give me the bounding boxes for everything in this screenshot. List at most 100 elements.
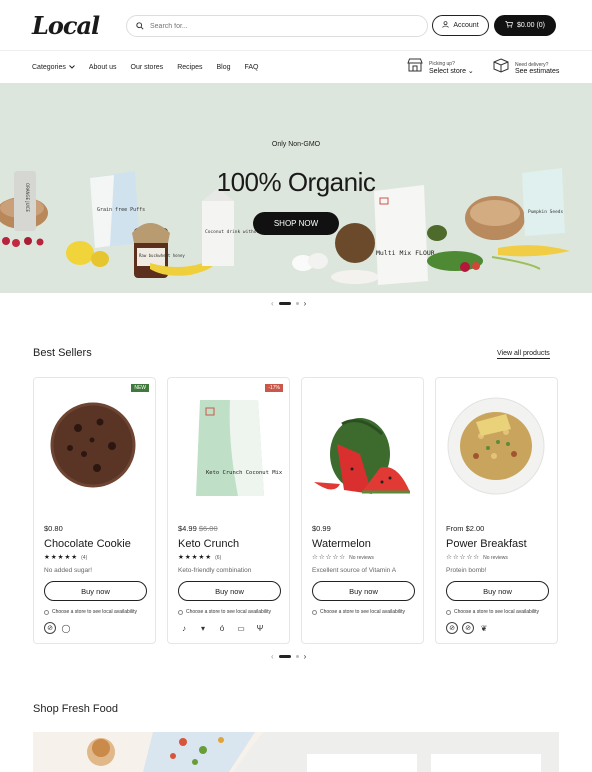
chocolate-cookie-image [50,402,136,488]
store-availability[interactable]: Choose a store to see local availability [312,609,405,615]
watermelon-image [314,418,410,494]
power-breakfast-image [447,397,545,495]
radio-icon [312,609,317,615]
carousel-dot[interactable] [295,302,299,305]
diet-icons: ⊘ ◯ [44,622,72,634]
rating-stars: ☆☆☆☆☆ No reviews [446,554,508,561]
old-price: $6.00 [198,524,218,533]
product-name[interactable]: Watermelon [312,538,371,550]
rating-stars: ☆☆☆☆☆ No reviews [312,554,374,561]
buy-now-button[interactable]: Buy now [44,581,147,601]
select-store-label: Select store ⌄ [429,67,474,75]
store-availability[interactable]: Choose a store to see local availability [178,609,271,615]
products-carousel-pager: ‹ › [271,652,306,661]
review-count: (6) [215,555,222,561]
product-description: Excellent source of Vitamin A [312,567,397,574]
nav-blog[interactable]: Blog [216,64,230,71]
product-description: Keto-friendly combination [178,567,252,574]
svg-text:Multi Mix FLOUR: Multi Mix FLOUR [376,249,435,257]
product-price: From $2.00 [446,524,485,533]
carousel-dot[interactable] [295,655,299,658]
svg-text:Keto Crunch Coconut Mix: Keto Crunch Coconut Mix [206,470,283,476]
product-card[interactable]: -17% Keto Crunch Coconut Mix $4.99 $6.00… [167,377,290,644]
svg-text:Grain free Puffs: Grain free Puffs [97,207,145,213]
store-availability[interactable]: Choose a store to see local availability [446,609,539,615]
vegan-icon: ⊘ [462,622,474,634]
view-all-products-link[interactable]: View all products [497,350,550,359]
product-card[interactable]: NEW $0.80 Chocolate Cookie ★★★★★ (4) No a… [33,377,156,644]
cart-total: $0.00 (0) [516,22,546,29]
diet-icons: ♪ ▾ ó ▭ Ψ [178,622,266,634]
search-icon [136,17,144,35]
store-icon [407,58,423,77]
apple-icon: ó [219,623,225,633]
product-price: $0.80 [44,524,63,533]
nav-our-stores[interactable]: Our stores [131,64,164,71]
fresh-food-image [33,732,541,772]
nav-recipes[interactable]: Recipes [177,64,202,71]
review-count: No reviews [349,555,374,561]
pickup-selector[interactable]: Picking up? Select store ⌄ [407,58,474,77]
hero-banner: ORANGE JUICE Grain free Puffs Raw buckwh… [0,83,592,293]
bread-icon: ▭ [237,623,245,633]
product-name[interactable]: Chocolate Cookie [44,538,131,550]
nav-faq[interactable]: FAQ [245,64,259,71]
chevron-left-icon[interactable]: ‹ [271,299,274,308]
svg-text:Raw buckwheat honey: Raw buckwheat honey [139,253,185,258]
hero-carousel-pager: ‹ › [271,299,306,308]
buy-now-button[interactable]: Buy now [312,581,415,601]
leaf-icon: ❦ [480,623,488,633]
best-sellers-title: Best Sellers [33,347,92,359]
shop-now-button[interactable]: SHOP NOW [253,212,339,235]
product-card[interactable]: $0.99 Watermelon ☆☆☆☆☆ No reviews Excelle… [301,377,424,644]
box-icon [493,58,509,78]
chevron-right-icon[interactable]: › [304,652,307,661]
gluten-free-icon: ⊘ [44,622,56,634]
microphone-icon: ♪ [182,623,186,633]
fresh-food-banner[interactable] [33,732,559,772]
search-input[interactable] [150,22,410,30]
shop-fresh-food-title: Shop Fresh Food [33,703,118,715]
review-count: (4) [81,555,88,561]
diet-icons: ⊘ ⊘ ❦ [446,622,490,634]
product-name[interactable]: Keto Crunch [178,538,239,550]
search-bar[interactable] [126,15,428,37]
nav-categories-label: Categories [32,63,66,71]
product-description: No added sugar! [44,567,93,574]
egg-icon: ◯ [61,623,71,633]
product-name[interactable]: Power Breakfast [446,538,527,550]
radio-icon [178,609,183,615]
account-label: Account [453,22,479,29]
chevron-right-icon[interactable]: › [304,299,307,308]
review-count: No reviews [483,555,508,561]
delivery-selector[interactable]: Need delivery? See estimates [493,58,559,78]
see-estimates-label: See estimates [515,67,560,75]
product-price: $0.99 [312,524,331,533]
product-card[interactable]: From $2.00 Power Breakfast ☆☆☆☆☆ No revie… [435,377,558,644]
radio-icon [446,609,451,615]
keto-crunch-image: Keto Crunch Coconut Mix [196,400,283,496]
nav-categories[interactable]: Categories [32,64,75,71]
buy-now-button[interactable]: Buy now [446,581,549,601]
chevron-down-icon [69,64,75,71]
gluten-free-icon: ⊘ [446,622,458,634]
carousel-dot-active[interactable] [278,655,291,658]
rating-stars: ★★★★★ (6) [178,554,222,561]
carousel-dot-active[interactable] [278,302,291,305]
carrot-icon: ▾ [200,623,205,633]
store-availability[interactable]: Choose a store to see local availability [44,609,137,615]
buy-now-button[interactable]: Buy now [178,581,281,601]
user-icon [442,21,449,30]
logo[interactable]: Local [32,11,124,40]
cart-button[interactable]: $0.00 (0) [494,15,556,36]
chevron-left-icon[interactable]: ‹ [271,652,274,661]
account-button[interactable]: Account [432,15,489,36]
product-description: Protein bomb! [446,567,487,574]
hero-subtitle: Only Non-GMO [271,141,321,148]
product-price: $4.99 $6.00 [178,524,218,533]
nav-about-us[interactable]: About us [89,64,117,71]
radio-icon [44,609,49,615]
svg-text:Pumpkin Seeds: Pumpkin Seeds [528,209,564,215]
rating-stars: ★★★★★ (4) [44,554,88,561]
utensils-icon: Ψ [256,623,264,633]
